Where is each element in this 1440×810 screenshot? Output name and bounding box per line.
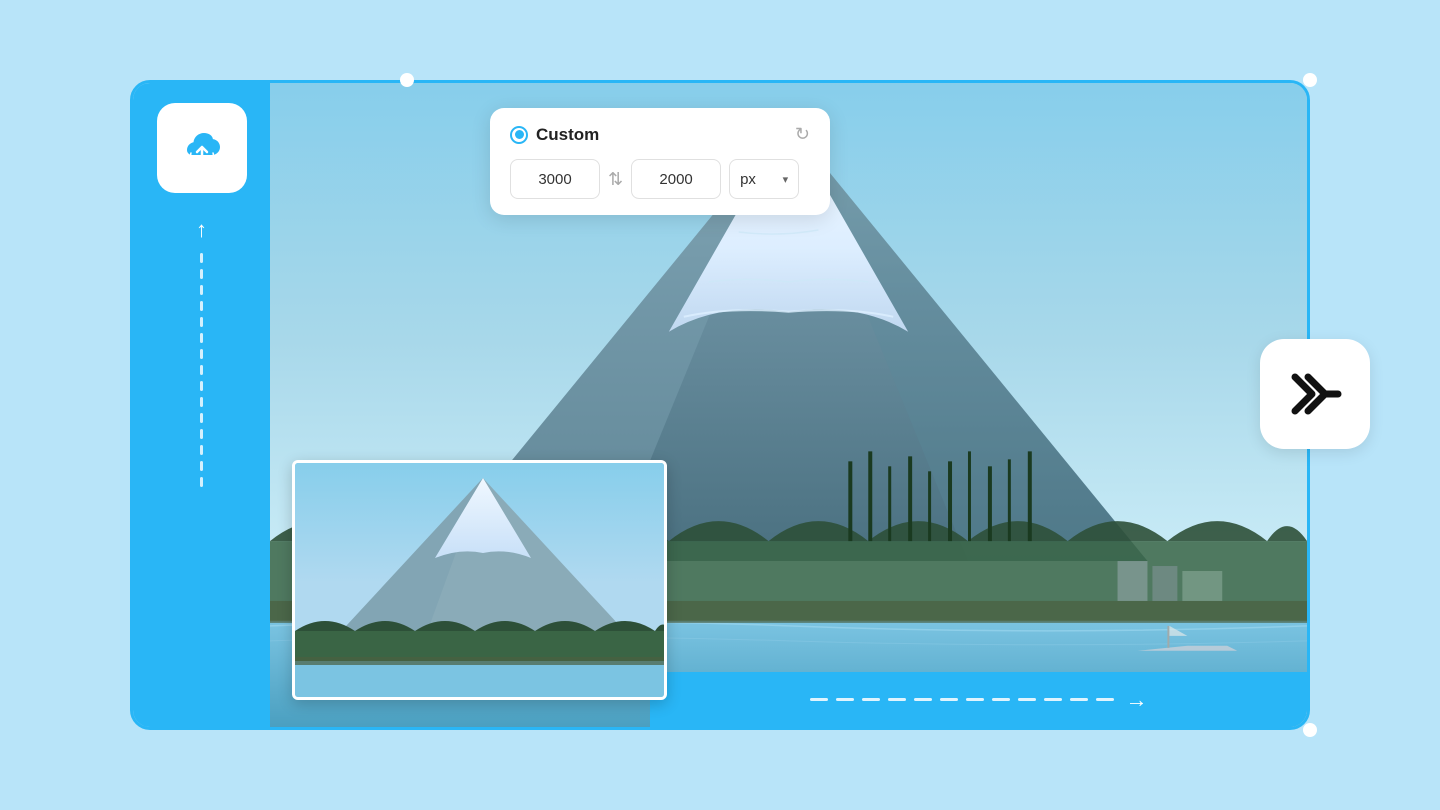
arrow-right-icon: → <box>1126 687 1148 713</box>
chevron-down-icon: ▾ <box>783 173 789 186</box>
height-input[interactable] <box>631 159 721 199</box>
upload-arrow-indicator: ↑ <box>196 217 207 727</box>
dash-10 <box>1044 698 1062 701</box>
thumbnail-preview <box>292 460 667 700</box>
cloud-upload-box[interactable] <box>157 103 247 193</box>
dash-5 <box>914 698 932 701</box>
custom-radio-button[interactable] <box>510 126 528 144</box>
dash-7 <box>966 698 984 701</box>
corner-dot-top-right <box>1303 73 1317 87</box>
dash-4 <box>888 698 906 701</box>
custom-label-row: Custom <box>510 125 599 145</box>
dimension-separator-icon: ⇅ <box>608 169 623 190</box>
unit-selector[interactable]: px ▾ <box>729 159 799 199</box>
capcut-logo-icon <box>1280 359 1350 429</box>
dash-9 <box>1018 698 1036 701</box>
corner-dot-bottom-right <box>1303 723 1317 737</box>
left-panel: ↑ <box>133 83 270 727</box>
corner-dot-top-left <box>400 73 414 87</box>
custom-inputs-row: ⇅ px ▾ <box>510 159 810 199</box>
custom-panel-header: Custom ↻ <box>510 124 810 145</box>
main-container: ↑ <box>130 80 1310 730</box>
width-input[interactable] <box>510 159 600 199</box>
unit-label: px <box>740 171 756 188</box>
thumbnail-image <box>295 463 664 697</box>
custom-settings-panel: Custom ↻ ⇅ px ▾ <box>490 108 830 215</box>
custom-label: Custom <box>536 125 599 145</box>
dash-1 <box>810 698 828 701</box>
radio-dot-inner <box>515 130 524 139</box>
dash-11 <box>1070 698 1088 701</box>
arrow-up-icon: ↑ <box>196 217 207 243</box>
dash-2 <box>836 698 854 701</box>
dash-6 <box>940 698 958 701</box>
dash-3 <box>862 698 880 701</box>
dash-8 <box>992 698 1010 701</box>
progress-arrow-bar: → <box>650 672 1307 727</box>
dash-12 <box>1096 698 1114 701</box>
capcut-icon-box[interactable] <box>1260 339 1370 449</box>
cloud-upload-icon <box>175 121 229 175</box>
refresh-icon[interactable]: ↻ <box>795 124 810 145</box>
